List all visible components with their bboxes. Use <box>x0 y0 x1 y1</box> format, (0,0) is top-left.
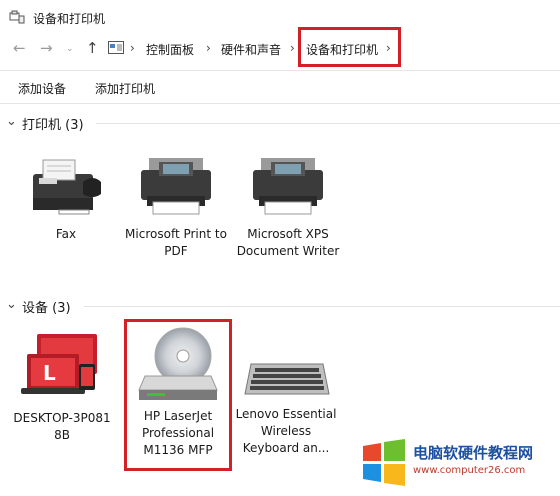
back-arrow-icon[interactable]: ← <box>13 40 26 56</box>
watermark-text: 电脑软硬件教程网 <box>413 444 534 462</box>
add-printer-button[interactable]: 添加打印机 <box>95 80 155 97</box>
breadcrumb-separator[interactable]: › <box>206 41 211 55</box>
device-item-desktop[interactable]: L DESKTOP-3P0818B <box>10 328 114 444</box>
breadcrumb-control-panel[interactable]: 控制面板 <box>146 41 194 58</box>
fax-icon <box>33 159 101 215</box>
collapse-chevron-icon[interactable]: ⌄ <box>6 114 17 129</box>
computer-icon: L <box>21 334 97 394</box>
device-item-fax[interactable]: Fax <box>14 152 118 243</box>
title-bar: 设备和打印机 <box>0 0 560 34</box>
device-label: Lenovo Essential Wireless Keyboard an... <box>235 407 337 455</box>
device-item-lenovo-keyboard[interactable]: Lenovo Essential Wireless Keyboard an... <box>234 358 338 457</box>
windows-logo-icon <box>363 439 405 486</box>
svg-text:L: L <box>43 361 56 385</box>
device-label: Microsoft XPS Document Writer <box>236 227 340 258</box>
breadcrumb-separator[interactable]: › <box>290 41 295 55</box>
collapse-chevron-icon[interactable]: ⌄ <box>6 297 17 312</box>
device-item-print-to-pdf[interactable]: Microsoft Print to PDF <box>124 152 228 260</box>
device-highlight-box <box>124 319 232 471</box>
printers-section-header[interactable]: ⌄ 打印机 (3) <box>0 114 560 134</box>
up-arrow-icon[interactable]: ↑ <box>86 40 99 56</box>
devices-section-title: 设备 (3) <box>22 301 71 316</box>
device-label: Microsoft Print to PDF <box>125 227 227 258</box>
printer-icon <box>141 158 211 215</box>
section-divider <box>84 306 560 307</box>
breadcrumb-hardware-and-sound[interactable]: 硬件和声音 <box>221 41 281 58</box>
watermark: 电脑软硬件教程网 www.computer26.com <box>357 434 557 492</box>
device-label: Fax <box>55 227 77 241</box>
devices-printers-icon <box>9 10 25 24</box>
printer-icon <box>253 158 323 215</box>
watermark-url: www.computer26.com <box>413 465 526 476</box>
breadcrumb-highlight-box <box>298 27 401 67</box>
forward-arrow-icon[interactable]: → <box>40 40 53 56</box>
device-label: DESKTOP-3P0818B <box>13 411 111 442</box>
control-panel-location-icon <box>108 41 124 54</box>
device-item-xps-writer[interactable]: Microsoft XPS Document Writer <box>236 152 340 260</box>
breadcrumb-separator: › <box>130 41 135 55</box>
window-title: 设备和打印机 <box>33 12 106 26</box>
recent-locations-chevron-icon[interactable]: ⌄ <box>66 41 74 57</box>
section-divider <box>96 123 560 124</box>
add-device-button[interactable]: 添加设备 <box>18 80 66 97</box>
printers-section-title: 打印机 (3) <box>22 118 84 133</box>
command-bar: 添加设备 添加打印机 <box>0 70 560 104</box>
keyboard-icon <box>244 363 330 395</box>
devices-section-header[interactable]: ⌄ 设备 (3) <box>0 297 560 317</box>
